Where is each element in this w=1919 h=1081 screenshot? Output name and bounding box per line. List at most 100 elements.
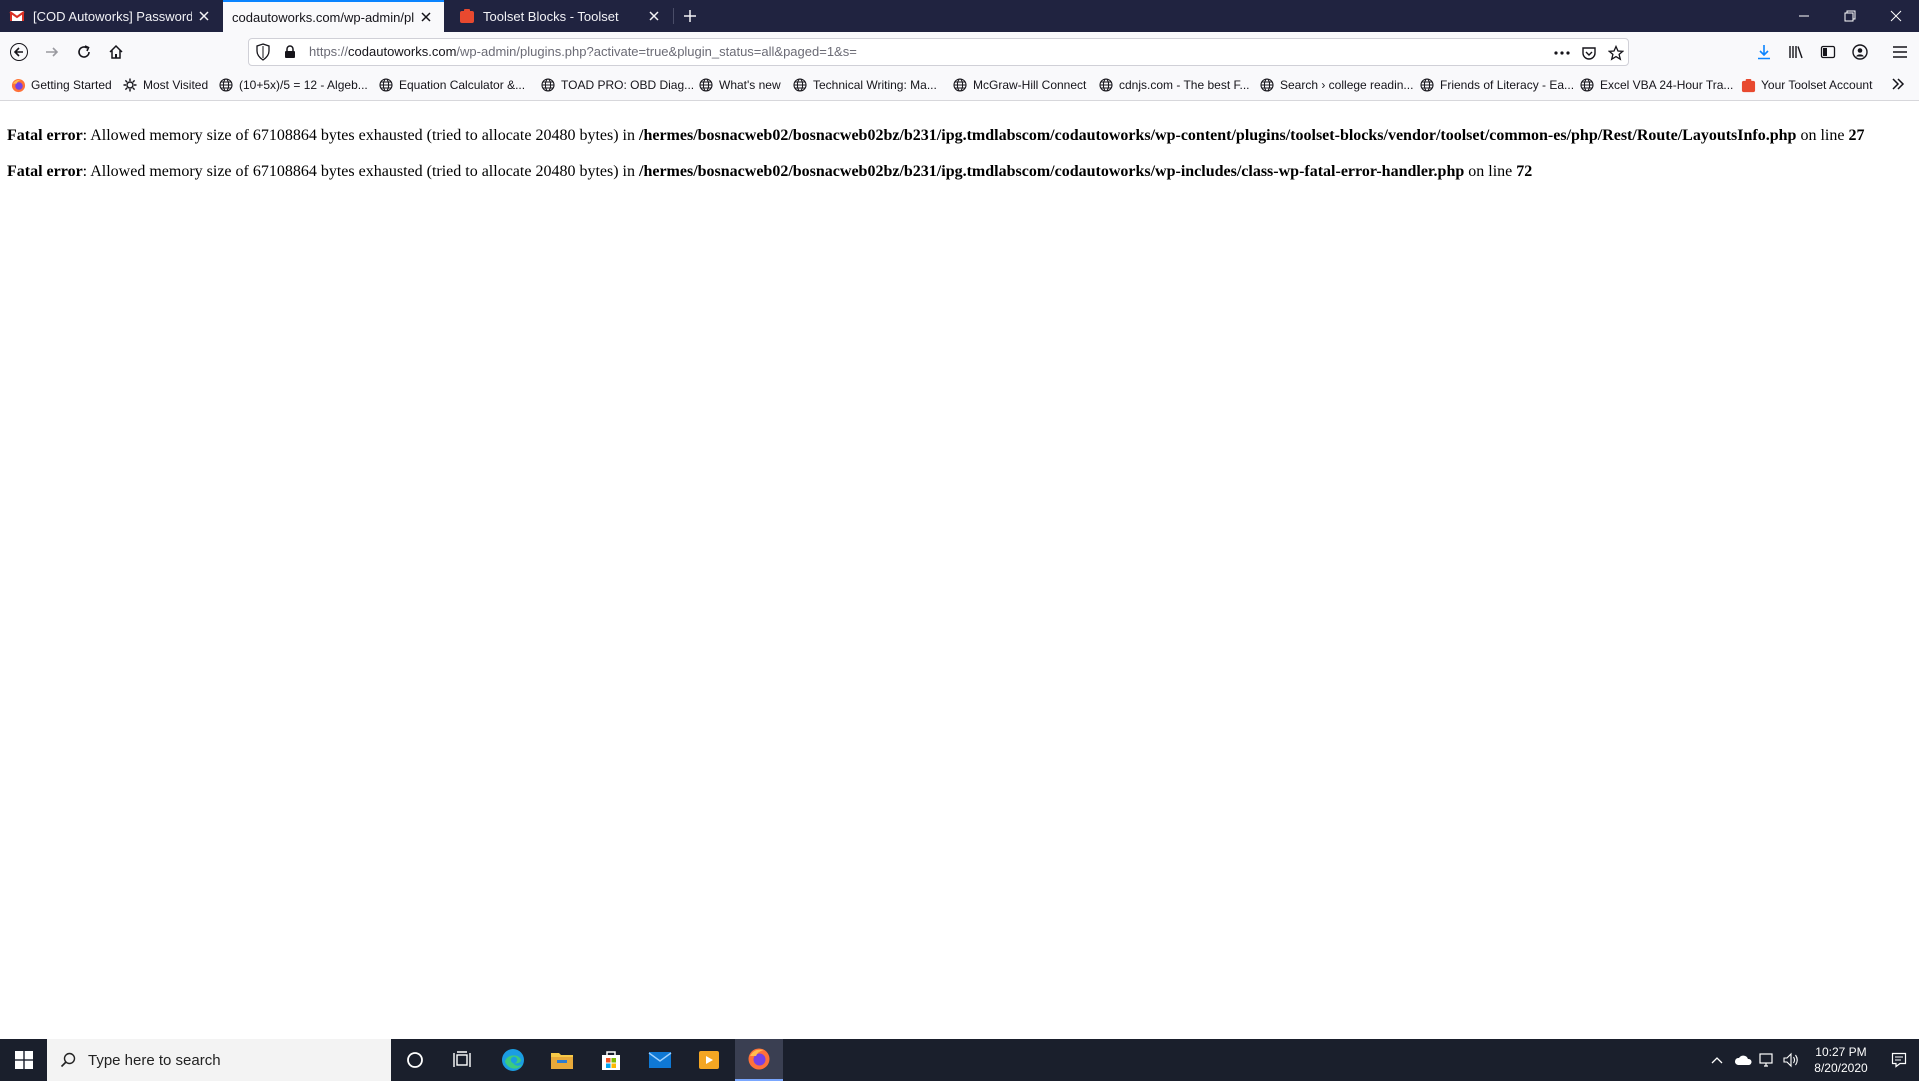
fatal-error-message: Fatal error: Allowed memory size of 6710… <box>7 163 1532 181</box>
new-tab-button[interactable] <box>678 4 702 28</box>
bookmark-whats-new[interactable]: What's new <box>698 77 781 93</box>
restore-button[interactable] <box>1827 0 1873 32</box>
bookmarks-overflow-button[interactable] <box>1890 76 1906 92</box>
bookmark-equation-calculator[interactable]: Equation Calculator &... <box>378 77 525 93</box>
bookmark-toolset-account[interactable]: Your Toolset Account <box>1740 77 1872 93</box>
globe-icon <box>1579 77 1595 93</box>
close-tab-icon[interactable] <box>414 5 438 29</box>
globe-icon <box>792 77 808 93</box>
volume-button[interactable] <box>1779 1039 1803 1081</box>
close-icon <box>1890 10 1902 22</box>
error-file-path: /hermes/bosnacweb02/bosnacweb02bz/b231/i… <box>639 163 1465 180</box>
globe-icon <box>378 77 394 93</box>
network-icon <box>1759 1053 1773 1067</box>
pocket-icon[interactable] <box>1579 43 1599 63</box>
bookmark-label: What's new <box>719 78 781 92</box>
bookmark-label: Technical Writing: Ma... <box>813 78 937 92</box>
firefox-taskbar-button[interactable] <box>735 1039 783 1081</box>
close-tab-icon[interactable] <box>642 4 666 28</box>
bookmark-most-visited[interactable]: Most Visited <box>122 77 208 93</box>
network-button[interactable] <box>1755 1039 1779 1081</box>
bookmark-label: cdnjs.com - The best F... <box>1119 78 1250 92</box>
bookmark-label: Search › college readin... <box>1280 78 1414 92</box>
speaker-icon <box>1783 1052 1798 1068</box>
tab-toolset[interactable]: Toolset Blocks - Toolset <box>450 0 672 32</box>
globe-icon <box>1098 77 1114 93</box>
store-bag-icon <box>602 1051 620 1070</box>
bookmark-technical-writing[interactable]: Technical Writing: Ma... <box>792 77 937 93</box>
bookmark-label: McGraw-Hill Connect <box>973 78 1087 92</box>
downloads-button[interactable] <box>1748 36 1780 68</box>
hamburger-menu-icon <box>1893 46 1907 58</box>
bookmark-label: TOAD PRO: OBD Diag... <box>561 78 695 92</box>
clock-time: 10:27 PM <box>1815 1045 1867 1059</box>
home-icon <box>109 44 123 59</box>
cortana-icon <box>407 1052 423 1068</box>
action-center-button[interactable] <box>1879 1039 1919 1081</box>
start-button[interactable] <box>0 1039 47 1081</box>
search-icon <box>60 1052 76 1068</box>
tab-title: codautoworks.com/wp-admin/plu <box>232 9 414 25</box>
sidebar-icon <box>1820 45 1836 59</box>
bookmark-label: Friends of Literacy - Ea... <box>1440 78 1575 92</box>
microsoft-store-button[interactable] <box>587 1039 635 1081</box>
close-tab-icon[interactable] <box>192 4 216 28</box>
tab-codautoworks[interactable]: codautoworks.com/wp-admin/plu <box>223 0 444 32</box>
error-text: : Allowed memory size of 67108864 bytes … <box>82 163 639 180</box>
show-hidden-icons-button[interactable] <box>1703 1039 1731 1081</box>
download-icon <box>1758 45 1770 60</box>
bookmark-star-icon[interactable] <box>1606 43 1626 63</box>
cloud-icon <box>1734 1055 1752 1065</box>
mail-button[interactable] <box>636 1039 684 1081</box>
bookmark-getting-started[interactable]: Getting Started <box>10 77 112 93</box>
bookmark-friends-of-literacy[interactable]: Friends of Literacy - Ea... <box>1419 77 1574 93</box>
file-explorer-button[interactable] <box>538 1039 586 1081</box>
bookmark-cdnjs[interactable]: cdnjs.com - The best F... <box>1098 77 1250 93</box>
globe-icon <box>1419 77 1435 93</box>
tab-title: [COD Autoworks] Password Re <box>33 8 192 24</box>
reload-icon <box>78 45 90 58</box>
bookmark-label: Getting Started <box>31 78 112 92</box>
home-button[interactable] <box>100 36 132 68</box>
onedrive-button[interactable] <box>1731 1039 1755 1081</box>
windows-taskbar: Type here to search 10:27 PM 8/20/2020 <box>0 1039 1919 1081</box>
bookmark-label: Excel VBA 24-Hour Tra... <box>1600 78 1734 92</box>
bookmark-college-reading[interactable]: Search › college readin... <box>1259 77 1413 93</box>
address-bar[interactable]: https://codautoworks.com/wp-admin/plugin… <box>248 38 1629 66</box>
bookmark-algebra[interactable]: (10+5x)/5 = 12 - Algeb... <box>218 77 368 93</box>
clock[interactable]: 10:27 PM 8/20/2020 <box>1803 1039 1879 1081</box>
media-player-button[interactable] <box>685 1039 733 1081</box>
account-button[interactable] <box>1844 36 1876 68</box>
library-button[interactable] <box>1780 36 1812 68</box>
cortana-button[interactable] <box>391 1039 439 1081</box>
clock-date: 8/20/2020 <box>1814 1061 1868 1075</box>
notification-icon <box>1891 1052 1907 1068</box>
edge-button[interactable] <box>489 1039 537 1081</box>
menu-button[interactable] <box>1884 36 1916 68</box>
sidebar-button[interactable] <box>1812 36 1844 68</box>
tracking-protection-icon[interactable] <box>255 43 271 61</box>
close-window-button[interactable] <box>1873 0 1919 32</box>
toolset-icon <box>459 8 475 24</box>
bookmark-excel-vba[interactable]: Excel VBA 24-Hour Tra... <box>1579 77 1733 93</box>
globe-icon <box>952 77 968 93</box>
page-actions-icon[interactable] <box>1552 43 1572 63</box>
tab-gmail[interactable]: [COD Autoworks] Password Re <box>0 0 222 32</box>
task-view-button[interactable] <box>439 1039 487 1081</box>
gear-icon <box>122 77 138 93</box>
gmail-icon <box>9 8 25 24</box>
minimize-button[interactable] <box>1781 0 1827 32</box>
reload-button[interactable] <box>68 36 100 68</box>
error-text: : Allowed memory size of 67108864 bytes … <box>82 127 639 144</box>
bookmark-toad-pro[interactable]: TOAD PRO: OBD Diag... <box>540 77 694 93</box>
forward-button[interactable] <box>36 36 68 68</box>
chevron-up-icon <box>1711 1057 1723 1064</box>
globe-icon <box>540 77 556 93</box>
lock-icon[interactable] <box>284 45 296 59</box>
back-button[interactable] <box>3 36 35 68</box>
url-host: codautoworks.com <box>348 44 457 59</box>
taskbar-search-box[interactable]: Type here to search <box>47 1039 391 1081</box>
globe-icon <box>218 77 234 93</box>
task-view-icon <box>453 1051 471 1067</box>
bookmark-mcgraw-hill[interactable]: McGraw-Hill Connect <box>952 77 1086 93</box>
